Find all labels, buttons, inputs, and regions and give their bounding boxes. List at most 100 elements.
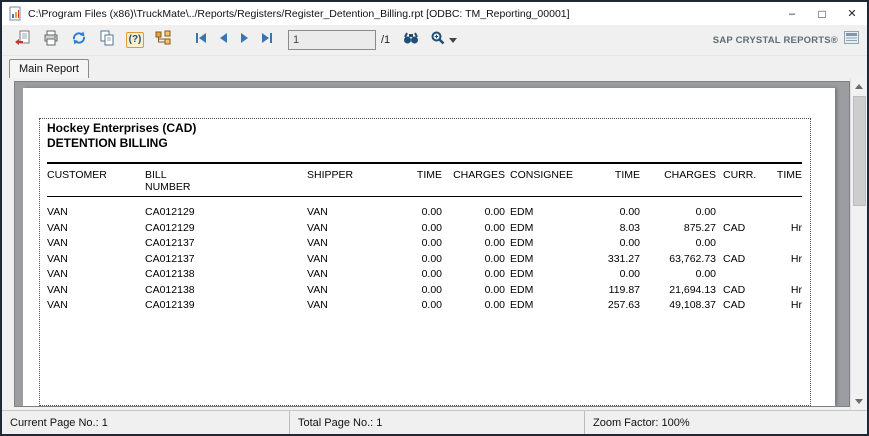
column-header: CONSIGNEE [510, 169, 574, 181]
cell: CA012138 [145, 268, 195, 280]
crystal-reports-window: C:\Program Files (x86)\TruckMate\../Repo… [0, 0, 869, 436]
print-button[interactable] [38, 28, 64, 52]
cell: CAD [723, 283, 746, 296]
cell: VAN [47, 299, 68, 311]
main-area: Hockey Enterprises (CAD) DETENTION BILLI… [2, 78, 867, 410]
cell: 0.00 [484, 237, 505, 249]
table-row: VAN CA012129 VAN 0.00 0.00 EDM 0.00 0.00 [47, 205, 802, 221]
cell: CA012137 [145, 237, 195, 249]
cell: VAN [47, 206, 68, 218]
cell: 0.00 [695, 237, 716, 249]
page-number-input[interactable] [288, 30, 376, 50]
cell: VAN [307, 283, 328, 296]
cell: VAN [307, 299, 328, 311]
table-row: VAN CA012137 VAN 0.00 0.00 EDM 0.00 0.00 [47, 236, 802, 252]
scroll-up-icon [855, 84, 863, 89]
table-row: VAN CA012129 VAN 0.00 0.00 EDM 8.03 875.27 CAD Hr [47, 221, 802, 237]
print-icon [43, 30, 59, 51]
zoom-icon [430, 30, 446, 51]
go-next-page-icon [238, 31, 252, 50]
cell: 257.63 [607, 299, 640, 311]
cell: EDM [510, 268, 534, 280]
cell [716, 236, 766, 252]
tab-main-report[interactable]: Main Report [9, 59, 89, 78]
report-file-icon [8, 6, 23, 21]
cell: CA012137 [145, 252, 195, 265]
refresh-icon [71, 30, 87, 51]
table-row: VAN CA012138 VAN 0.00 0.00 EDM 0.00 0.00 [47, 267, 802, 283]
toggle-parameter-panel-icon: (?) [125, 32, 145, 48]
column-header: BILL NUMBER [145, 169, 191, 193]
status-bar: Current Page No.: 1 Total Page No.: 1 Zo… [2, 410, 867, 434]
cell: EDM [510, 283, 534, 296]
toolbar: (?) /1 SAP [2, 25, 867, 56]
report-page: Hockey Enterprises (CAD) DETENTION BILLI… [23, 88, 835, 406]
minimize-button[interactable]: – [777, 2, 807, 25]
cell: CAD [723, 299, 746, 311]
cell: VAN [47, 221, 68, 234]
page-total-label: /1 [381, 34, 391, 46]
vertical-scrollbar[interactable] [850, 78, 867, 410]
cell: 0.00 [484, 206, 505, 218]
cell: EDM [510, 221, 534, 234]
go-first-page-button[interactable] [190, 29, 212, 51]
go-previous-page-icon [216, 31, 230, 50]
cell: Hr [790, 252, 802, 265]
status-current-page: Current Page No.: 1 [2, 411, 290, 434]
cell: EDM [510, 206, 534, 218]
status-total-page: Total Page No.: 1 [290, 411, 585, 434]
cell: VAN [307, 206, 328, 218]
cell [766, 205, 802, 221]
scroll-thumb[interactable] [852, 96, 866, 206]
cell: 0.00 [484, 299, 505, 311]
go-first-page-icon [194, 31, 208, 50]
report-viewport: Hockey Enterprises (CAD) DETENTION BILLI… [14, 81, 850, 407]
toggle-group-tree-button[interactable] [150, 28, 176, 52]
copy-icon [99, 30, 115, 51]
zoom-dropdown-icon [448, 37, 457, 43]
go-previous-page-button[interactable] [212, 29, 234, 51]
maximize-button[interactable]: □ [807, 2, 837, 25]
cell [716, 267, 766, 283]
cell: 0.00 [695, 268, 716, 280]
column-header: CHARGES [453, 169, 505, 181]
scroll-up-button[interactable] [851, 78, 868, 95]
cell: 0.00 [695, 206, 716, 218]
cell: EDM [510, 252, 534, 265]
window-title: C:\Program Files (x86)\TruckMate\../Repo… [28, 7, 570, 20]
copy-button[interactable] [94, 28, 120, 52]
cell: 49,108.37 [669, 299, 716, 311]
toggle-group-tree-icon [155, 30, 171, 51]
cell: CAD [723, 221, 746, 234]
go-next-page-button[interactable] [234, 29, 256, 51]
cell: 0.00 [619, 268, 640, 280]
cell: 331.27 [607, 252, 640, 265]
cell: 0.00 [484, 283, 505, 296]
cell: 0.00 [619, 237, 640, 249]
cell: VAN [307, 237, 328, 249]
zoom-button[interactable] [426, 28, 460, 52]
refresh-button[interactable] [66, 28, 92, 52]
go-last-page-icon [260, 31, 274, 50]
report-frame: Hockey Enterprises (CAD) DETENTION BILLI… [2, 78, 850, 410]
table-header-row: CUSTOMER BILL NUMBER SHIPPER TIME CHARGE… [47, 169, 802, 193]
report-content: Hockey Enterprises (CAD) DETENTION BILLI… [40, 119, 810, 314]
cell: VAN [47, 237, 68, 249]
sap-logo-icon [844, 31, 859, 49]
find-text-button[interactable] [398, 28, 424, 52]
cell: Hr [790, 221, 802, 234]
export-button[interactable] [10, 28, 36, 52]
cell: CA012129 [145, 221, 195, 234]
scroll-down-button[interactable] [851, 393, 868, 410]
column-header: TIME [776, 169, 802, 181]
cell: VAN [47, 283, 68, 296]
brand-area: SAP CRYSTAL REPORTS® [713, 31, 861, 49]
cell: 0.00 [484, 221, 505, 234]
close-button[interactable]: ✕ [837, 2, 867, 25]
cell: 0.00 [421, 237, 442, 249]
cell: 0.00 [421, 299, 442, 311]
scroll-down-icon [855, 399, 863, 404]
cell: 0.00 [421, 221, 442, 234]
go-last-page-button[interactable] [256, 29, 278, 51]
toggle-parameter-panel-button[interactable]: (?) [122, 28, 148, 52]
